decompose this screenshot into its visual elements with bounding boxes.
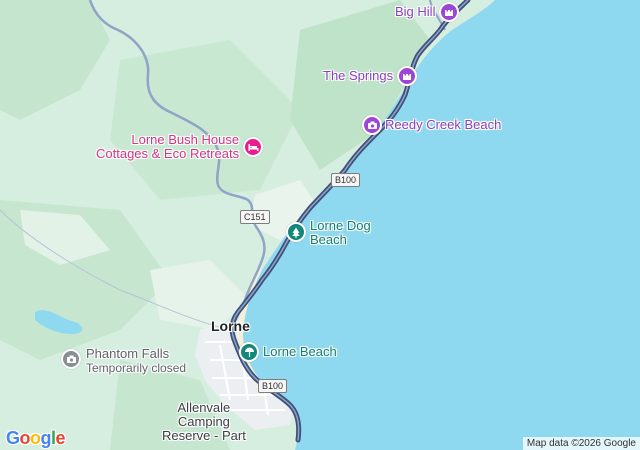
town-label-lorne[interactable]: Lorne bbox=[211, 318, 250, 334]
camera-icon bbox=[61, 349, 81, 369]
camera-icon bbox=[362, 115, 382, 135]
road-shield-b100: B100 bbox=[331, 173, 361, 187]
poi-lorne-bush-house[interactable]: Lorne Bush House Cottages & Eco Retreats bbox=[96, 132, 264, 161]
poi-label: Big Hill bbox=[395, 4, 436, 19]
logo-letter: G bbox=[6, 428, 20, 448]
poi-status: Temporarily closed bbox=[86, 361, 187, 375]
map-canvas[interactable]: B100 C151 B100 Big Hill The Springs Reed… bbox=[0, 0, 640, 450]
map-attribution[interactable]: Map data ©2026 Google bbox=[522, 437, 640, 450]
poi-label: Camping bbox=[177, 414, 230, 429]
road-shield-c151: C151 bbox=[240, 210, 270, 224]
hotel-icon bbox=[243, 137, 264, 157]
logo-letter: g bbox=[40, 428, 52, 448]
poi-label: Lorne Bush House bbox=[131, 132, 240, 147]
google-logo[interactable]: Google bbox=[6, 428, 66, 449]
road-shield-b100: B100 bbox=[258, 379, 288, 393]
poi-label: Phantom Falls bbox=[86, 346, 170, 361]
poi-phantom-falls[interactable]: Phantom Falls Temporarily closed bbox=[61, 347, 186, 375]
poi-label: Reserve - Part bbox=[162, 428, 246, 443]
logo-text: Google bbox=[6, 428, 66, 448]
poi-lorne-beach[interactable]: Lorne Beach bbox=[239, 342, 337, 362]
poi-label: Reedy Creek Beach bbox=[385, 117, 502, 132]
poi-label: Beach bbox=[310, 232, 347, 247]
tree-icon bbox=[286, 222, 306, 242]
poi-label: The Springs bbox=[323, 68, 394, 83]
logo-letter: o bbox=[19, 428, 31, 448]
castle-icon bbox=[439, 2, 460, 22]
poi-label: Cottages & Eco Retreats bbox=[96, 146, 240, 161]
umbrella-icon bbox=[239, 342, 259, 362]
poi-reedy-creek-beach[interactable]: Reedy Creek Beach bbox=[362, 115, 501, 135]
poi-big-hill[interactable]: Big Hill bbox=[395, 2, 460, 22]
poi-the-springs[interactable]: The Springs bbox=[323, 66, 418, 86]
poi-label: Lorne Beach bbox=[263, 344, 337, 359]
logo-letter: e bbox=[55, 428, 66, 448]
castle-icon bbox=[397, 66, 418, 86]
poi-allenvale-camping[interactable]: Allenvale Camping Reserve - Part bbox=[162, 401, 246, 443]
poi-lorne-dog-beach[interactable]: Lorne Dog Beach bbox=[286, 219, 371, 247]
poi-label: Allenvale bbox=[177, 400, 231, 415]
logo-letter: o bbox=[30, 428, 41, 448]
poi-label: Lorne Dog bbox=[310, 218, 371, 233]
